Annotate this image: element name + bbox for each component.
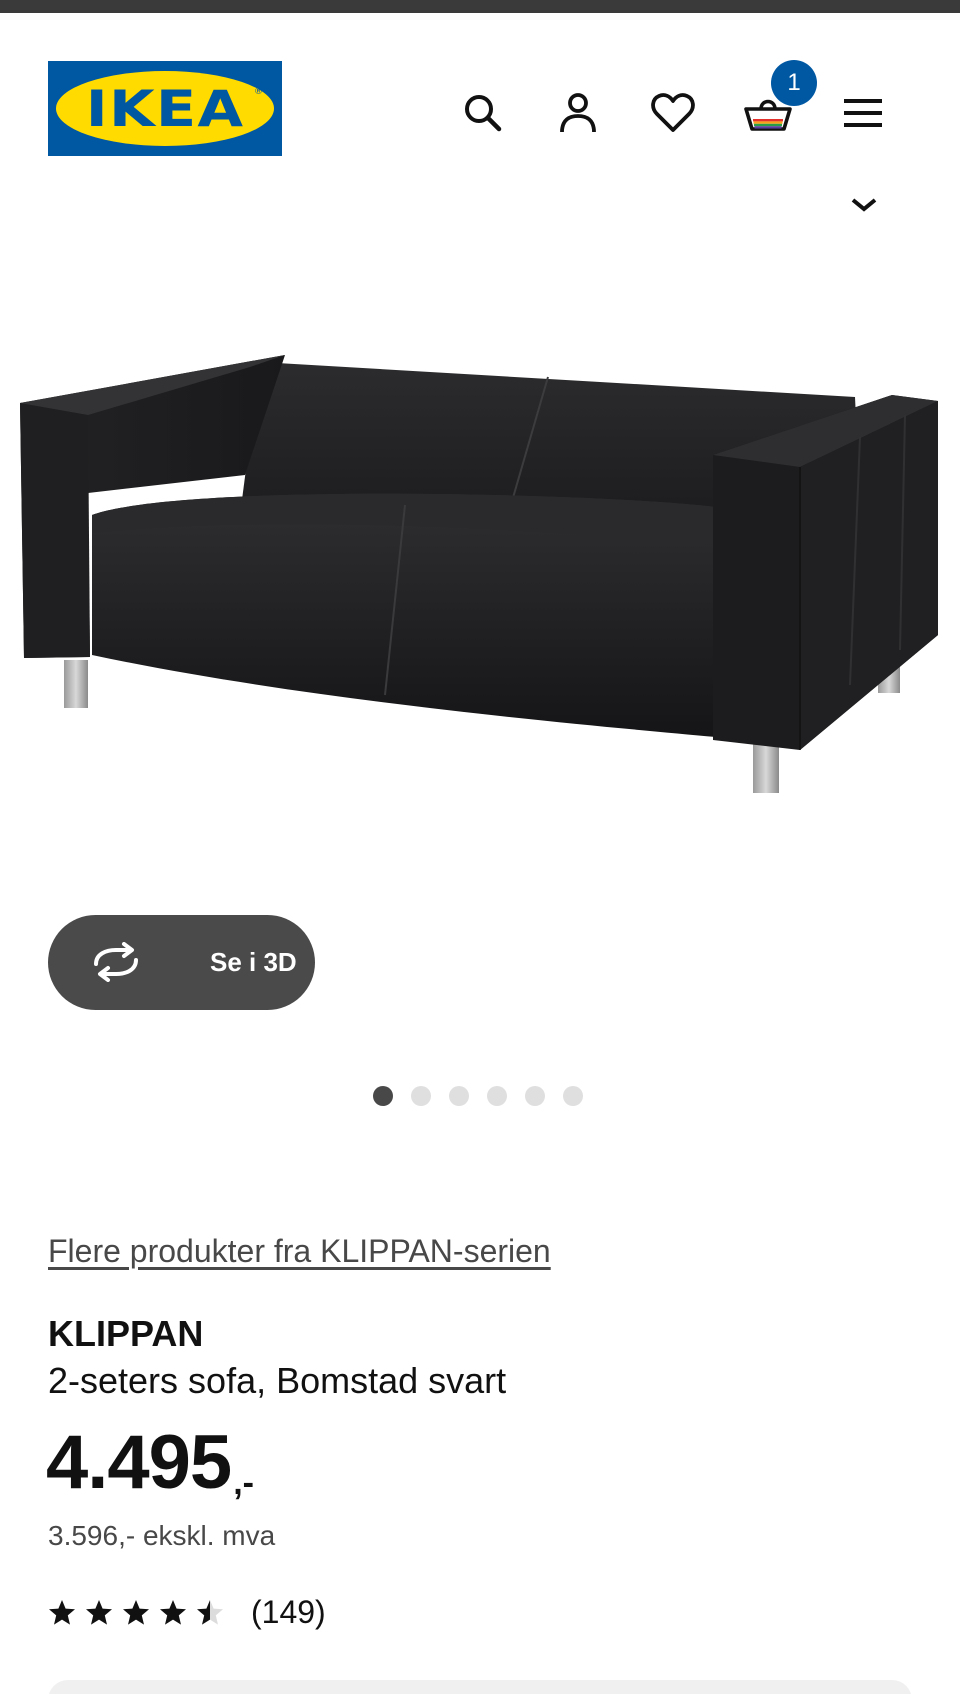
- carousel-dot[interactable]: [411, 1086, 431, 1106]
- star-icon: [123, 1600, 149, 1625]
- image-carousel-dots: [373, 1086, 583, 1106]
- view-in-3d-label: Se i 3D: [210, 947, 297, 977]
- price-excluding-vat: 3.596,- ekskl. mva: [48, 1520, 276, 1551]
- product-price: 4.495 ,-: [46, 1418, 254, 1508]
- ikea-logo[interactable]: IKEA ®: [48, 61, 282, 156]
- cart-count-badge: 1: [771, 60, 817, 106]
- search-icon: [465, 95, 502, 132]
- carousel-dot[interactable]: [373, 1086, 393, 1106]
- profile-button[interactable]: [553, 88, 603, 138]
- carousel-dot[interactable]: [525, 1086, 545, 1106]
- wishlist-button[interactable]: [648, 88, 698, 138]
- price-integer: 4.495: [46, 1420, 232, 1505]
- bottom-panel: [48, 1680, 912, 1694]
- star-icon: [197, 1600, 223, 1625]
- series-link[interactable]: Flere produkter fra KLIPPAN-serien: [48, 1233, 551, 1270]
- status-bar: [0, 0, 960, 13]
- carousel-dot[interactable]: [563, 1086, 583, 1106]
- logo-text: IKEA: [85, 79, 245, 138]
- star-icon: [86, 1600, 112, 1625]
- rating-count: (149): [251, 1594, 326, 1630]
- rotate-3d-icon: [94, 942, 138, 982]
- product-description: 2-seters sofa, Bomstad svart: [48, 1360, 507, 1401]
- search-button[interactable]: [458, 88, 508, 138]
- view-in-3d-button[interactable]: Se i 3D: [48, 915, 315, 1010]
- logo-registered-mark: ®: [254, 87, 263, 97]
- product-name: KLIPPAN: [48, 1313, 204, 1354]
- site-header: IKEA ® 1: [0, 13, 960, 193]
- carousel-dot[interactable]: [487, 1086, 507, 1106]
- star-icon: [160, 1600, 186, 1625]
- hamburger-menu-icon: [844, 99, 882, 127]
- menu-button[interactable]: [838, 88, 888, 138]
- sofa-illustration: [20, 355, 938, 793]
- product-rating[interactable]: (149): [48, 1594, 326, 1631]
- star-icon: [49, 1600, 75, 1625]
- heart-icon: [651, 93, 695, 132]
- product-image[interactable]: [0, 215, 960, 935]
- profile-icon: [560, 93, 596, 133]
- price-suffix: ,-: [233, 1464, 254, 1502]
- rating-stars: [48, 1599, 224, 1626]
- carousel-dot[interactable]: [449, 1086, 469, 1106]
